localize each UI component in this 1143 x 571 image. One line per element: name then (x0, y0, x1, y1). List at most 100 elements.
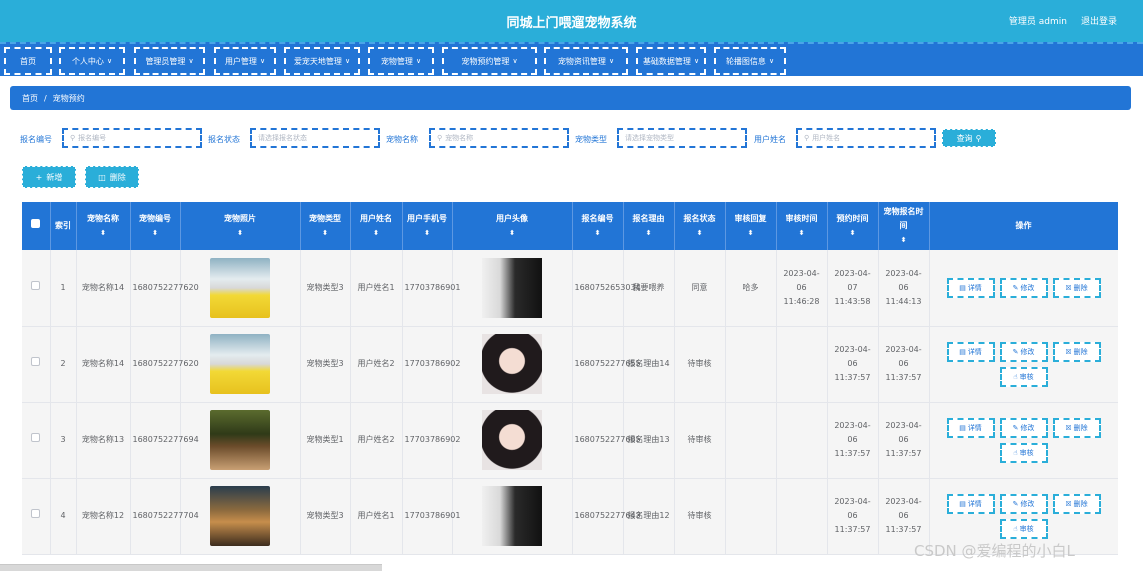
column-header-14[interactable]: 宠物报名时间 ⬍ (878, 202, 930, 250)
sort-icon[interactable]: ⬍ (455, 226, 570, 240)
nav-item-5[interactable]: 宠物管理 ∨ (368, 47, 434, 75)
audit-button[interactable]: ☝ 审核 (999, 366, 1048, 387)
trash-icon: ◫ (98, 172, 106, 182)
edit-button-label: 修改 (1020, 347, 1035, 356)
nav-item-6[interactable]: 宠物预约管理 ∨ (442, 47, 537, 75)
sort-icon[interactable]: ⬍ (830, 226, 876, 240)
nav-item-0[interactable]: 首页 (4, 47, 52, 75)
cell-reply (725, 402, 777, 478)
column-header-1[interactable]: 宠物名称 ⬍ (76, 202, 131, 250)
nav-item-label: 个人中心 (71, 56, 104, 66)
pet-photo (210, 334, 270, 394)
row-checkbox[interactable] (31, 280, 41, 290)
row-select-cell[interactable] (22, 402, 51, 478)
edit-button[interactable]: ✎ 修改 (999, 341, 1048, 362)
column-header-11[interactable]: 审核回复 ⬍ (725, 202, 777, 250)
detail-button[interactable]: ▤ 详情 (946, 417, 995, 438)
delete-button[interactable]: ☒ 删除 (1052, 417, 1101, 438)
nav-item-1[interactable]: 个人中心 ∨ (59, 47, 125, 75)
top-header: 同城上门喂遛宠物系统 管理员 admin 退出登录 (0, 0, 1143, 42)
placeholder-text: 请选择宠物类型 (625, 134, 674, 142)
row-checkbox[interactable] (31, 433, 41, 442)
select-all-cell[interactable] (22, 202, 51, 250)
nav-item-4[interactable]: 爱宠天地管理 ∨ (284, 47, 360, 75)
column-header-label: 审核回复 (734, 214, 767, 223)
column-header-7[interactable]: 用户头像 ⬍ (452, 202, 573, 250)
thumb-icon: ☝ (1013, 524, 1018, 533)
cell-phone: 17703786902 (402, 326, 461, 402)
column-header-label: 操作 (1015, 221, 1032, 230)
nav-item-3[interactable]: 用户管理 ∨ (214, 47, 276, 75)
column-header-5[interactable]: 用户姓名 ⬍ (350, 202, 403, 250)
audit-button-label: 审核 (1019, 448, 1034, 457)
search-label-0: 报名编号 (20, 135, 52, 144)
column-header-12[interactable]: 审核时间 ⬍ (776, 202, 828, 250)
column-header-6[interactable]: 用户手机号 ⬍ (402, 202, 453, 250)
delete-button[interactable]: ☒ 删除 (1052, 341, 1101, 362)
edit-button[interactable]: ✎ 修改 (999, 417, 1048, 438)
edit-button[interactable]: ✎ 修改 (999, 493, 1048, 514)
search-input-0[interactable]: ⚲ 报名编号 (62, 128, 202, 148)
pencil-icon: ✎ (1012, 499, 1019, 508)
nav-item-2[interactable]: 管理员管理 ∨ (134, 47, 205, 75)
sort-icon[interactable]: ⬍ (183, 226, 298, 240)
delete-button-label: 删除 (1073, 347, 1088, 356)
cell-audit_time (776, 478, 828, 554)
detail-button[interactable]: ▤ 详情 (946, 493, 995, 514)
nav-item-8[interactable]: 基础数据管理 ∨ (636, 47, 706, 75)
logout-link[interactable]: 退出登录 (1081, 14, 1117, 27)
breadcrumb-home[interactable]: 首页 (22, 93, 38, 104)
column-header-label: 宠物名称 (87, 214, 119, 223)
row-checkbox[interactable] (31, 357, 41, 366)
column-header-10[interactable]: 报名状态 ⬍ (674, 202, 726, 250)
delete-button-label: 删除 (109, 172, 126, 182)
sort-icon[interactable]: ⬍ (353, 226, 400, 240)
table-row: 3 宠物名称13 1680752277694 宠物类型1 用户姓名2 1770378690… (22, 402, 1118, 478)
column-header-3[interactable]: 宠物照片 ⬍ (180, 202, 301, 250)
add-button[interactable]: + 新增 (22, 166, 76, 188)
sort-icon[interactable]: ⬍ (626, 226, 672, 240)
query-button[interactable]: 查询 ⚲ (942, 129, 996, 147)
cell-pet_name: 宠物名称12 (76, 478, 131, 554)
sort-icon[interactable]: ⬍ (779, 226, 825, 240)
search-icon: ⚲ (437, 134, 443, 142)
sort-icon[interactable]: ⬍ (728, 226, 774, 240)
sort-icon[interactable]: ⬍ (881, 233, 927, 247)
cell-reply (725, 326, 777, 402)
nav-item-9[interactable]: 轮播图信息 ∨ (714, 47, 786, 75)
search-input-4[interactable]: ⚲ 用户姓名 (796, 128, 936, 148)
operations-cell: ▤ 详情 ✎ 修改 ☒ 删除 (929, 250, 1118, 326)
row-select-cell[interactable] (22, 326, 51, 402)
detail-button[interactable]: ▤ 详情 (946, 341, 995, 362)
add-button-label: 新增 (46, 172, 63, 182)
edit-button-label: 修改 (1020, 283, 1035, 292)
cell-reg_no: 1680752277643 (572, 478, 641, 554)
search-select-3[interactable]: 请选择宠物类型 (617, 128, 747, 148)
sort-icon[interactable]: ⬍ (405, 226, 450, 240)
column-header-4[interactable]: 宠物类型 ⬍ (300, 202, 351, 250)
select-all-checkbox[interactable] (31, 219, 41, 228)
edit-button[interactable]: ✎ 修改 (999, 277, 1048, 298)
audit-button[interactable]: ☝ 审核 (999, 518, 1048, 539)
column-header-9[interactable]: 报名理由 ⬍ (623, 202, 675, 250)
nav-item-7[interactable]: 宠物资讯管理 ∨ (544, 47, 628, 75)
delete-button[interactable]: ☒ 删除 (1052, 277, 1101, 298)
search-select-1[interactable]: 请选择报名状态 (250, 128, 380, 148)
sort-icon[interactable]: ⬍ (303, 226, 348, 240)
delete-button[interactable]: ☒ 删除 (1052, 493, 1101, 514)
detail-button[interactable]: ▤ 详情 (946, 277, 995, 298)
row-checkbox[interactable] (31, 509, 41, 518)
search-input-2[interactable]: ⚲ 宠物名称 (429, 128, 569, 148)
sort-icon[interactable]: ⬍ (677, 226, 723, 240)
row-select-cell[interactable] (22, 478, 51, 554)
sort-icon[interactable]: ⬍ (133, 226, 178, 240)
column-header-2[interactable]: 宠物编号 ⬍ (130, 202, 181, 250)
column-header-13[interactable]: 预约时间 ⬍ (827, 202, 879, 250)
audit-button[interactable]: ☝ 审核 (999, 442, 1048, 463)
column-header-8[interactable]: 报名编号 ⬍ (572, 202, 624, 250)
sort-icon[interactable]: ⬍ (575, 226, 621, 240)
delete-selected-button[interactable]: ◫ 删除 (85, 166, 139, 188)
row-select-cell[interactable] (22, 250, 51, 326)
sort-icon[interactable]: ⬍ (79, 226, 128, 240)
chevron-down-icon: ∨ (259, 57, 266, 65)
